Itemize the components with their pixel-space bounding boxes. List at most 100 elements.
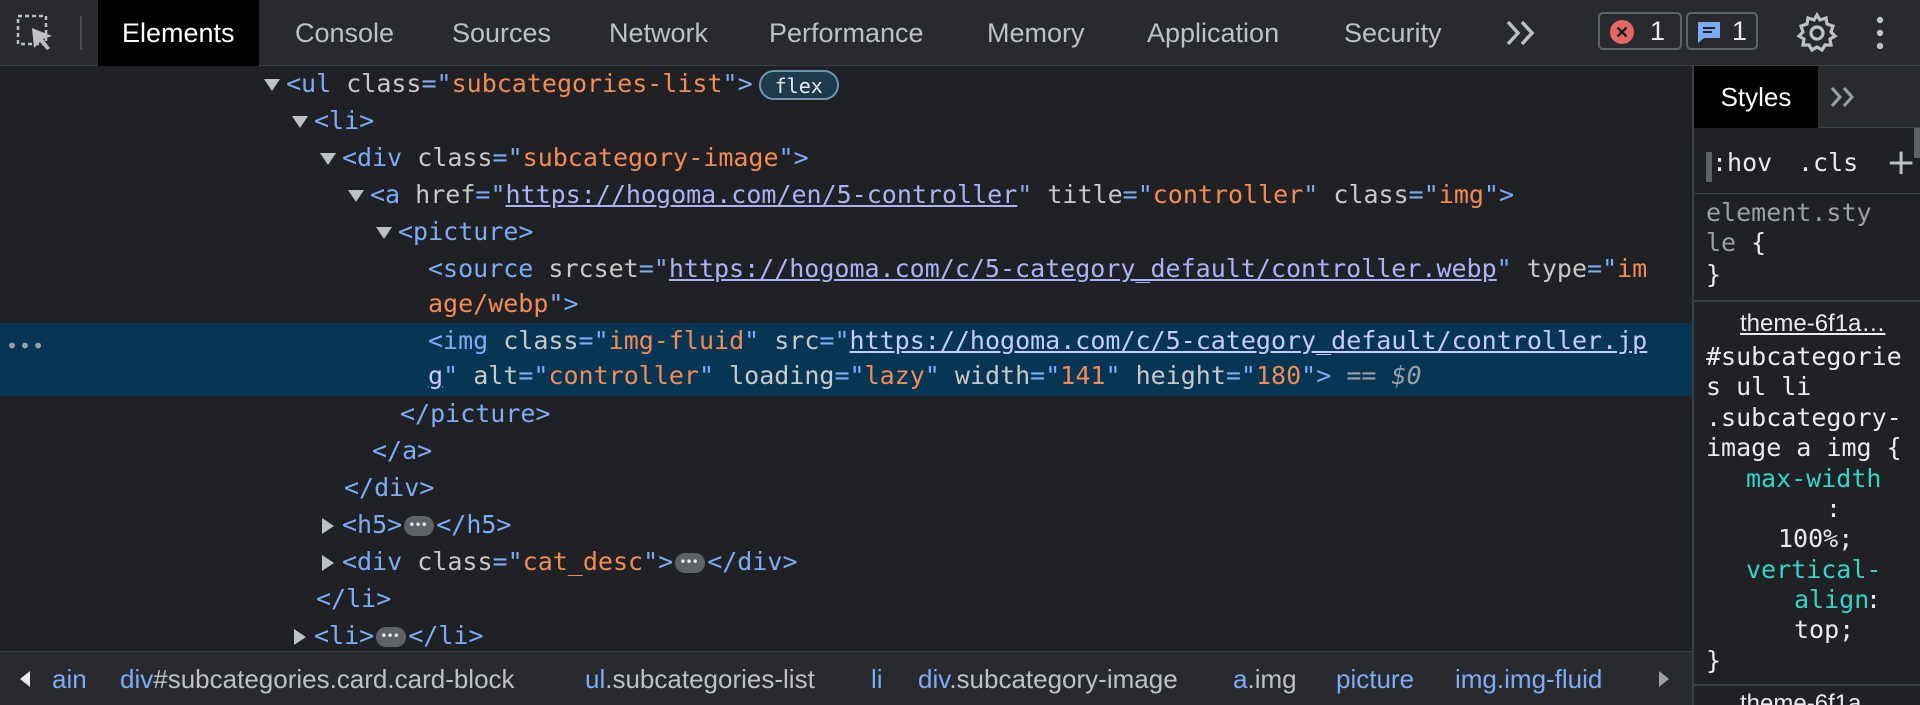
img-alt-value: controller [548,361,699,390]
breadcrumb-tag: a [1233,664,1248,694]
tab-performance[interactable]: Performance [769,0,924,66]
tree-line-div-close[interactable]: </div> [0,470,1692,506]
tree-line-ul[interactable]: <ul class="subcategories-list"> flex [0,66,1692,102]
breadcrumb-selector: .img-fluid [1496,664,1603,694]
tree-line-div-subcategory-image[interactable]: <div class="subcategory-image"> [0,140,1692,176]
img-src-attr: src [774,326,820,355]
tree-line-cat-desc[interactable]: <div class="cat_desc"></div> [0,544,1692,580]
message-count-badge[interactable]: 1 [1686,12,1758,50]
css-value-vertical-align[interactable]: top; [1794,615,1854,645]
tree-line-a[interactable]: <a href="https://hogoma.com/en/5-control… [0,177,1692,213]
devtools-toolbar: Elements Console Sources Network Perform… [0,0,1920,66]
breadcrumb-item-a[interactable]: a.img [1233,663,1297,695]
collapsed-content-icon[interactable] [404,507,435,543]
collapse-triangle-icon[interactable] [376,227,392,239]
breadcrumb-item-main[interactable]: ain [52,663,87,695]
rule-selector-line-4: image a img { [1706,433,1902,462]
collapse-triangle-icon[interactable] [292,116,308,128]
hover-state-toggle[interactable]: :hov [1712,148,1772,177]
css-property-vertical-align[interactable]: vertical- [1746,555,1881,585]
collapsed-content-icon[interactable] [376,618,407,651]
source-type-value: im [1617,254,1648,283]
img-src-link-cont[interactable]: g [428,361,443,390]
tree-line-li[interactable]: <li> [0,103,1692,139]
breadcrumb-item-div-subcategory-image[interactable]: div.subcategory-image [918,663,1178,695]
stylesheet-source-link-next[interactable]: theme-6f1a… [1740,688,1885,705]
breadcrumb-item-li[interactable]: li [871,663,883,695]
breadcrumb-tag: picture [1336,664,1415,694]
message-count: 1 [1732,16,1748,46]
ul-attr-value: subcategories-list [451,69,723,98]
ul-attr-name: class [346,69,422,98]
tree-line-source[interactable]: <source srcset="https://hogoma.com/c/5-c… [0,251,1692,287]
css-property-max-width[interactable]: max-width [1746,464,1881,494]
expand-triangle-icon[interactable] [294,629,306,645]
breadcrumb-tag: img [1455,664,1497,694]
source-srcset-link[interactable]: https://hogoma.com/c/5-category_default/… [669,254,1497,283]
breadcrumb-item-ul[interactable]: ul.subcategories-list [585,663,815,695]
new-style-rule-icon[interactable]: + [1886,142,1916,183]
css-property-vertical-align-wrap[interactable]: align [1794,585,1869,615]
tab-network[interactable]: Network [609,0,708,66]
breadcrumb-selector: .img [1247,664,1297,694]
img-height-value: 180 [1255,361,1302,390]
img-width-attr: width [954,361,1031,390]
more-tabs-icon[interactable] [1502,14,1542,52]
tree-line-h5[interactable]: <h5> </h5> [0,507,1692,543]
breadcrumb-tag: ul [585,664,606,694]
tab-sources[interactable]: Sources [452,0,551,66]
class-toggle[interactable]: .cls [1798,148,1858,177]
tab-console[interactable]: Console [295,0,394,66]
elements-tree[interactable]: ••• <ul class="subcategories-list"> flex … [0,66,1692,651]
scroll-right-icon[interactable] [1659,671,1669,687]
collapse-triangle-icon[interactable] [348,190,364,202]
collapse-triangle-icon[interactable] [320,153,336,165]
tree-line-picture[interactable]: <picture> [0,214,1692,250]
tree-line-img-selected[interactable]: <img class="img-fluid" src="https://hogo… [0,323,1692,359]
tab-application[interactable]: Application [1147,0,1279,66]
tab-styles[interactable]: Styles [1694,66,1818,128]
tree-line-img-wrap[interactable]: g" alt="controller" loading="lazy" width… [0,358,1692,394]
flex-badge[interactable]: flex [758,70,839,100]
tree-line-source-wrap[interactable]: age/webp"> [0,286,1692,322]
error-count-badge[interactable]: 1 [1598,12,1682,50]
css-colon: : [1826,494,1842,523]
inspect-element-icon[interactable] [14,12,60,54]
expand-triangle-icon[interactable] [322,518,334,534]
rule-divider [1694,300,1920,302]
tree-line-picture-close[interactable]: </picture> [0,396,1692,432]
tab-security[interactable]: Security [1344,0,1442,66]
breadcrumb-item-picture[interactable]: picture [1336,663,1414,695]
rule-divider [1694,684,1920,686]
collapse-triangle-icon[interactable] [264,79,280,91]
breadcrumb-item-div-subcategories[interactable]: div#subcategories.card.card-block [120,663,515,695]
a-title-attr: title [1047,180,1123,209]
a-close-tag: </a> [372,436,433,465]
tab-elements[interactable]: Elements [98,0,259,66]
selected-node-marker: == $0 [1346,361,1422,390]
collapsed-content-icon[interactable] [675,544,706,580]
css-value-max-width[interactable]: 100%; [1778,524,1853,554]
a-href-link[interactable]: https://hogoma.com/en/5-controller [506,180,1018,209]
error-icon [1610,20,1634,44]
rule-selector-line-3: .subcategory- [1706,403,1902,432]
breadcrumb-text: ain [52,664,87,694]
a-class-attr: class [1333,180,1409,209]
more-tabs-icon[interactable] [1828,80,1860,114]
expand-triangle-icon[interactable] [322,555,334,571]
tree-line-li-close[interactable]: </li> [0,581,1692,617]
catdesc-open-tag: <div [342,547,403,576]
settings-gear-icon[interactable] [1796,12,1838,54]
tree-line-a-close[interactable]: </a> [0,433,1692,469]
stylesheet-source-link[interactable]: theme-6f1a… [1740,308,1885,339]
img-loading-value: lazy [864,361,925,390]
a-href-attr: href [415,180,476,209]
img-src-link[interactable]: https://hogoma.com/c/5-category_default/… [850,326,1648,355]
kebab-menu-icon[interactable] [1870,14,1890,52]
div-attr-value: subcategory-image [522,143,779,172]
li-open-tag: <li> [314,106,375,135]
tree-line-li-collapsed[interactable]: <li> </li> [0,618,1692,651]
tab-memory[interactable]: Memory [987,0,1085,66]
scroll-left-icon[interactable] [20,671,30,687]
breadcrumb-item-img[interactable]: img.img-fluid [1455,663,1602,695]
